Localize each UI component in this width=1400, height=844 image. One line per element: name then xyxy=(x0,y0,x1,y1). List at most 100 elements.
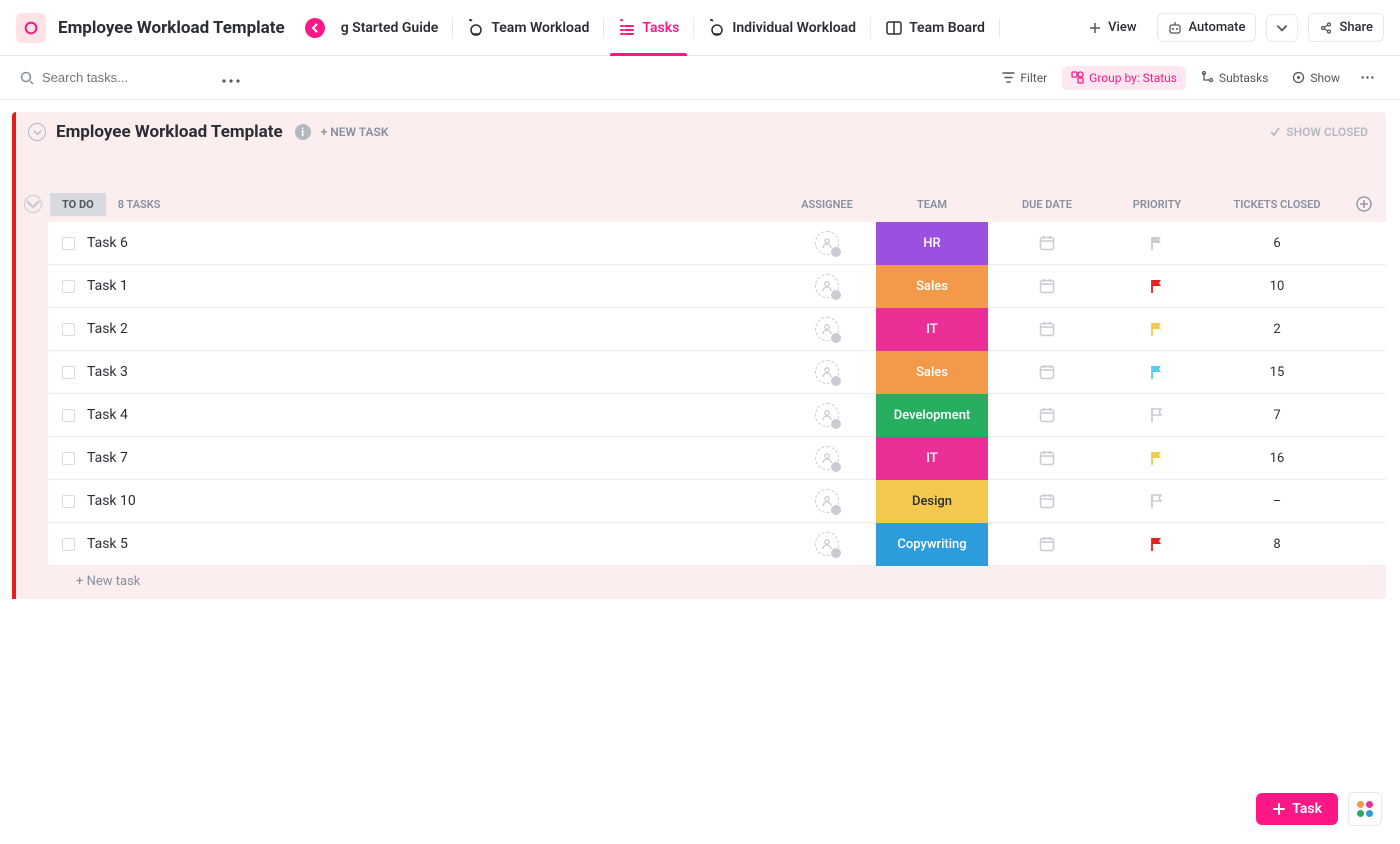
more-button[interactable] xyxy=(222,68,240,87)
show-closed-label: SHOW CLOSED xyxy=(1286,125,1368,139)
tickets-cell[interactable]: 8 xyxy=(1212,537,1342,552)
due-date-cell[interactable] xyxy=(992,363,1102,381)
priority-cell[interactable] xyxy=(1102,235,1212,251)
task-name: Task 5 xyxy=(87,536,128,552)
team-cell[interactable]: Copywriting xyxy=(872,523,992,566)
automate-button[interactable]: Automate xyxy=(1157,13,1256,42)
toolbar-right: Filter Group by: Status Subtasks Show xyxy=(993,66,1380,90)
table-row[interactable]: Task 1 Sales 10 xyxy=(48,265,1386,308)
filter-button[interactable]: Filter xyxy=(993,66,1056,90)
task-name: Task 7 xyxy=(87,450,128,466)
due-date-cell[interactable] xyxy=(992,320,1102,338)
calendar-icon xyxy=(1038,406,1056,424)
tickets-cell[interactable]: 16 xyxy=(1212,451,1342,466)
priority-cell[interactable] xyxy=(1102,493,1212,509)
team-cell[interactable]: Sales xyxy=(872,351,992,394)
task-checkbox[interactable] xyxy=(62,323,75,336)
table-row[interactable]: Task 3 Sales 15 xyxy=(48,351,1386,394)
assignee-icon xyxy=(815,532,839,556)
show-button[interactable]: Show xyxy=(1283,66,1349,90)
priority-cell[interactable] xyxy=(1102,450,1212,466)
assignee-cell[interactable] xyxy=(782,231,872,255)
team-cell[interactable]: Design xyxy=(872,480,992,523)
tickets-cell[interactable]: 10 xyxy=(1212,279,1342,294)
tickets-cell[interactable]: 6 xyxy=(1212,236,1342,251)
team-cell[interactable]: IT xyxy=(872,437,992,480)
team-cell[interactable]: Sales xyxy=(872,265,992,308)
task-checkbox[interactable] xyxy=(62,409,75,422)
col-tickets[interactable]: TICKETS CLOSED xyxy=(1212,198,1342,211)
table-row[interactable]: Task 10 Design – xyxy=(48,480,1386,523)
priority-cell[interactable] xyxy=(1102,278,1212,294)
table-row[interactable]: Task 2 IT 2 xyxy=(48,308,1386,351)
task-checkbox[interactable] xyxy=(62,366,75,379)
table-row[interactable]: Task 7 IT 16 xyxy=(48,437,1386,480)
tickets-cell[interactable]: 2 xyxy=(1212,322,1342,337)
task-checkbox[interactable] xyxy=(62,452,75,465)
tab-individual-workload[interactable]: Individual Workload xyxy=(694,0,870,56)
new-task-row[interactable]: + New task xyxy=(48,566,1386,599)
view-button[interactable]: View xyxy=(1077,13,1147,42)
priority-cell[interactable] xyxy=(1102,364,1212,380)
group-by-button[interactable]: Group by: Status xyxy=(1062,66,1186,90)
priority-cell[interactable] xyxy=(1102,407,1212,423)
priority-cell[interactable] xyxy=(1102,321,1212,337)
team-cell[interactable]: IT xyxy=(872,308,992,351)
team-cell[interactable]: Development xyxy=(872,394,992,437)
assignee-cell[interactable] xyxy=(782,403,872,427)
btn-label: Group by: Status xyxy=(1089,71,1177,85)
subtasks-button[interactable]: Subtasks xyxy=(1192,66,1277,90)
due-date-cell[interactable] xyxy=(992,234,1102,252)
tickets-cell[interactable]: 15 xyxy=(1212,365,1342,380)
status-pill[interactable]: TO DO xyxy=(50,193,106,216)
task-checkbox[interactable] xyxy=(62,280,75,293)
show-closed-button[interactable]: SHOW CLOSED xyxy=(1269,125,1368,139)
group-todo: TO DO 8 TASKS ASSIGNEE TEAM DUE DATE PRI… xyxy=(16,150,1386,599)
apps-fab[interactable] xyxy=(1348,792,1382,826)
fab-label: Task xyxy=(1292,801,1322,817)
assignee-cell[interactable] xyxy=(782,360,872,384)
col-team[interactable]: TEAM xyxy=(872,198,992,211)
collapse-button[interactable] xyxy=(28,123,46,141)
add-column-button[interactable] xyxy=(1342,196,1386,212)
new-task-fab[interactable]: Task xyxy=(1256,793,1338,825)
tab-team-board[interactable]: Team Board xyxy=(871,0,999,56)
due-date-cell[interactable] xyxy=(992,535,1102,553)
task-name: Task 2 xyxy=(87,321,128,337)
task-checkbox[interactable] xyxy=(62,237,75,250)
new-task-button[interactable]: + NEW TASK xyxy=(321,125,389,139)
col-due[interactable]: DUE DATE xyxy=(992,198,1102,211)
assignee-cell[interactable] xyxy=(782,532,872,556)
automate-dropdown[interactable] xyxy=(1266,14,1298,42)
btn-label: Automate xyxy=(1188,20,1245,35)
settings-button[interactable] xyxy=(1355,66,1380,89)
tickets-cell[interactable]: – xyxy=(1212,494,1342,509)
col-priority[interactable]: PRIORITY xyxy=(1102,198,1212,211)
tab-team-workload[interactable]: Team Workload xyxy=(453,0,603,56)
tab-tasks[interactable]: Tasks xyxy=(604,0,693,56)
share-button[interactable]: Share xyxy=(1308,13,1384,42)
due-date-cell[interactable] xyxy=(992,277,1102,295)
priority-cell[interactable] xyxy=(1102,536,1212,552)
col-assignee[interactable]: ASSIGNEE xyxy=(782,198,872,211)
nav-back-button[interactable] xyxy=(305,18,325,38)
info-icon[interactable]: i xyxy=(295,124,311,140)
task-checkbox[interactable] xyxy=(62,538,75,551)
tab-getting-started[interactable]: g Started Guide xyxy=(341,0,453,56)
group-collapse-button[interactable] xyxy=(24,195,42,213)
table-row[interactable]: Task 5 Copywriting 8 xyxy=(48,523,1386,566)
search-input[interactable] xyxy=(42,70,202,85)
table-row[interactable]: Task 6 HR 6 xyxy=(48,222,1386,265)
task-checkbox[interactable] xyxy=(62,495,75,508)
tab-label: Team Workload xyxy=(491,20,589,36)
due-date-cell[interactable] xyxy=(992,492,1102,510)
assignee-cell[interactable] xyxy=(782,446,872,470)
assignee-cell[interactable] xyxy=(782,489,872,513)
team-cell[interactable]: HR xyxy=(872,222,992,265)
assignee-cell[interactable] xyxy=(782,317,872,341)
table-row[interactable]: Task 4 Development 7 xyxy=(48,394,1386,437)
tickets-cell[interactable]: 7 xyxy=(1212,408,1342,423)
due-date-cell[interactable] xyxy=(992,406,1102,424)
due-date-cell[interactable] xyxy=(992,449,1102,467)
assignee-cell[interactable] xyxy=(782,274,872,298)
